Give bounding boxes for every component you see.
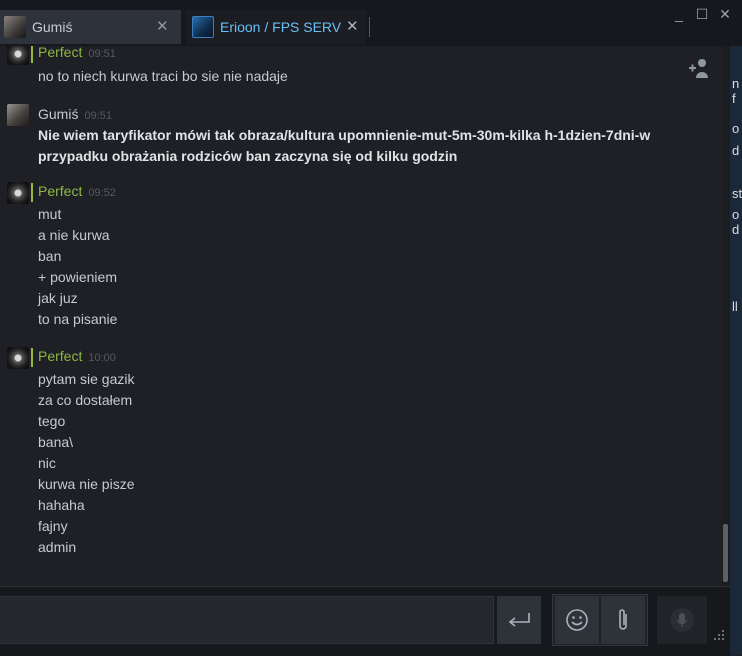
close-icon[interactable]: ✕	[718, 6, 732, 23]
paperclip-icon	[619, 609, 627, 630]
message-line: hahaha	[38, 497, 85, 513]
message-line: mut	[38, 206, 62, 222]
tab-bar: Gumiś ✕ Erioon / FPS SERV ✕ _ ☐ ✕	[0, 0, 742, 46]
peek-text: n f	[732, 76, 740, 106]
message-line: pytam sie gazik	[38, 371, 135, 387]
voice-chat-button[interactable]	[657, 596, 707, 644]
online-indicator	[31, 46, 33, 63]
online-indicator	[31, 183, 33, 202]
window-controls: _ ☐ ✕	[672, 6, 732, 23]
peek-text: o	[732, 121, 740, 136]
message-line: no to niech kurwa traci bo sie nie nadaj…	[38, 68, 288, 84]
tab-title: Gumiś	[32, 19, 73, 35]
attach-button[interactable]	[601, 596, 645, 644]
peek-text: d	[732, 143, 740, 158]
chat-scrollbar[interactable]	[722, 46, 730, 586]
message-line: Nie wiem taryfikator mówi tak obraza/kul…	[38, 127, 651, 164]
message-body: pytam sie gazik za co dostałem tego bana…	[38, 369, 135, 558]
scrollbar-thumb[interactable]	[723, 524, 728, 582]
close-tab-icon[interactable]: ✕	[346, 17, 359, 35]
online-indicator	[31, 348, 33, 367]
message-input[interactable]	[0, 596, 494, 644]
background-window-peek: n f o d st o d ll	[730, 46, 742, 655]
sender-name[interactable]: Gumiś	[31, 106, 78, 122]
microphone-icon	[670, 608, 694, 632]
sender-row: Gumiś 09:51	[31, 106, 112, 122]
send-button[interactable]	[497, 596, 541, 644]
message-line: to na pisanie	[38, 311, 118, 327]
avatar[interactable]	[7, 46, 29, 65]
close-tab-icon[interactable]: ✕	[156, 17, 169, 35]
timestamp: 09:52	[88, 187, 116, 199]
tab-gumis[interactable]: Gumiś ✕	[0, 10, 181, 44]
maximize-icon[interactable]: ☐	[695, 6, 709, 23]
sender-name[interactable]: Perfect	[38, 348, 82, 364]
message-line: nic	[38, 455, 56, 471]
group-avatar	[192, 16, 214, 38]
tab-divider	[369, 17, 370, 37]
avatar[interactable]	[7, 347, 29, 369]
message-line: + powieniem	[38, 269, 117, 285]
tab-erioon-group[interactable]: Erioon / FPS SERV ✕	[186, 10, 366, 44]
sender-row: Perfect 09:51	[31, 46, 116, 63]
avatar	[4, 16, 26, 38]
peek-text: o d	[732, 207, 740, 237]
message-line: kurwa nie pisze	[38, 476, 135, 492]
resize-grip-icon[interactable]	[712, 628, 726, 642]
emoji-button[interactable]	[555, 596, 599, 644]
message-line: bana\	[38, 434, 74, 450]
message-body: Nie wiem taryfikator mówi tak obraza/kul…	[38, 125, 678, 167]
timestamp: 10:00	[88, 352, 116, 364]
sender-name[interactable]: Perfect	[38, 46, 82, 60]
message-body: no to niech kurwa traci bo sie nie nadaj…	[38, 66, 288, 87]
avatar[interactable]	[7, 104, 29, 126]
minimize-icon[interactable]: _	[672, 6, 686, 23]
message-line: fajny	[38, 518, 68, 534]
sender-row: Perfect 10:00	[31, 348, 116, 367]
avatar[interactable]	[7, 182, 29, 204]
smiley-icon	[566, 609, 588, 631]
message-line: admin	[38, 539, 77, 555]
sender-name[interactable]: Perfect	[38, 183, 82, 199]
resize-grip-glyph	[714, 630, 724, 640]
tab-title: Erioon / FPS SERV	[220, 19, 342, 35]
add-user-icon-glyph	[689, 59, 708, 78]
peek-text: st	[732, 186, 742, 201]
chat-log: Perfect 09:51 no to niech kurwa traci bo…	[0, 46, 722, 586]
timestamp: 09:51	[84, 110, 112, 122]
sender-row: Perfect 09:52	[31, 183, 116, 202]
message-line: jak juz	[38, 290, 78, 306]
message-line: ban	[38, 248, 62, 264]
add-user-icon[interactable]	[686, 57, 712, 79]
message-input-bar	[0, 586, 730, 656]
message-line: za co dostałem	[38, 392, 133, 408]
message-body: mut a nie kurwa ban + powieniem jak juz …	[38, 204, 117, 330]
timestamp: 09:51	[88, 48, 116, 60]
enter-arrow-icon	[508, 613, 530, 627]
message-line: a nie kurwa	[38, 227, 110, 243]
message-line: tego	[38, 413, 66, 429]
peek-text: ll	[732, 299, 738, 314]
